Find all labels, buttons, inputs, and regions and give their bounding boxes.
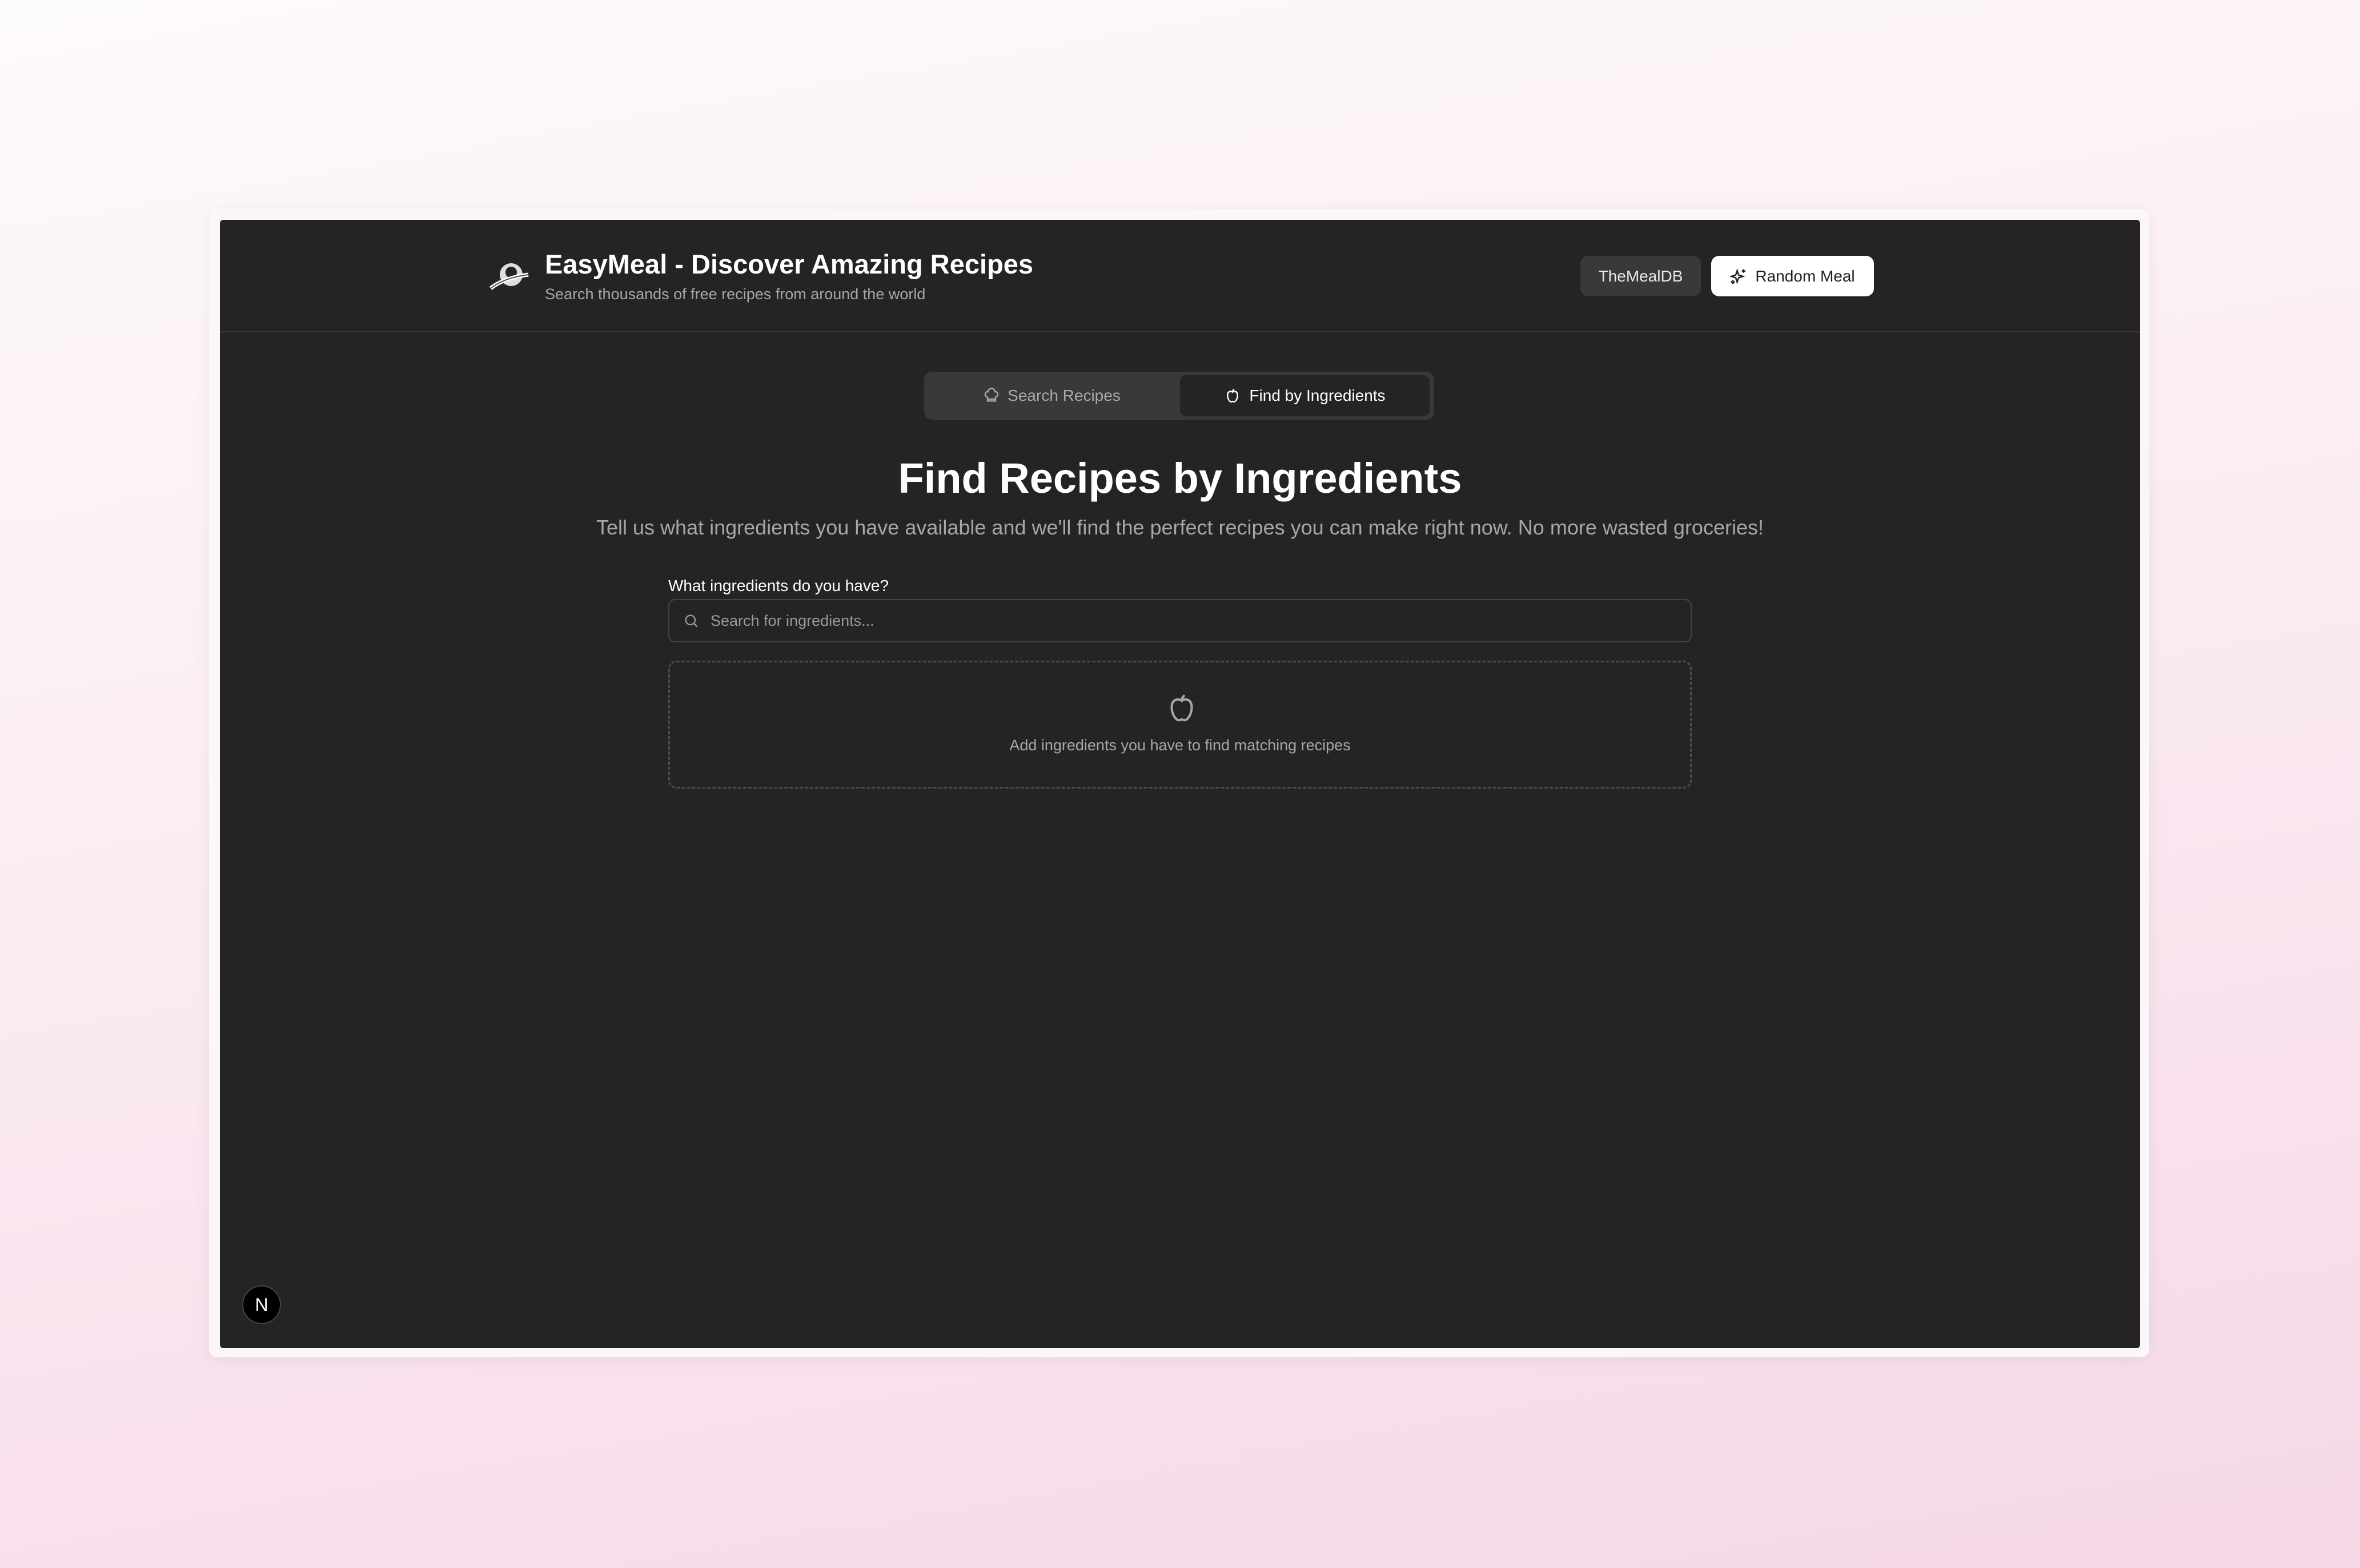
easymeal-logo <box>489 263 529 290</box>
random-meal-button[interactable]: Random Meal <box>1711 256 1874 296</box>
ingredient-search-input[interactable] <box>711 612 1624 630</box>
themealdb-button[interactable]: TheMealDB <box>1580 256 1701 296</box>
dev-badge-label: N <box>255 1294 268 1315</box>
tab-label: Find by Ingredients <box>1249 387 1386 404</box>
chef-hat-icon <box>984 388 999 402</box>
random-meal-label: Random Meal <box>1755 267 1855 285</box>
apple-icon <box>1170 694 1193 722</box>
themealdb-label: TheMealDB <box>1598 267 1683 285</box>
tab-label: Search Recipes <box>1008 387 1121 404</box>
dev-tools-button[interactable]: N <box>242 1285 281 1324</box>
mode-tabs: Search Recipes Find by Ingredients <box>924 372 1434 420</box>
empty-state-text: Add ingredients you have to find matchin… <box>1009 737 1351 754</box>
page-description: Tell us what ingredients you have availa… <box>596 516 1764 539</box>
tab-find-by-ingredients[interactable]: Find by Ingredients <box>1180 375 1430 416</box>
search-icon <box>685 614 698 628</box>
page-heading: Find Recipes by Ingredients <box>898 455 1462 502</box>
ingredient-search-field[interactable] <box>668 599 1692 642</box>
apple-icon <box>1227 388 1239 403</box>
empty-ingredients-box: Add ingredients you have to find matchin… <box>668 661 1692 789</box>
header: EasyMeal - Discover Amazing Recipes Sear… <box>220 220 2140 332</box>
ingredients-label: What ingredients do you have? <box>668 577 889 594</box>
app-title: EasyMeal - Discover Amazing Recipes <box>545 249 1034 279</box>
app-panel: EasyMeal - Discover Amazing Recipes Sear… <box>220 220 2140 1348</box>
tab-search-recipes[interactable]: Search Recipes <box>928 375 1177 416</box>
app-subtitle: Search thousands of free recipes from ar… <box>545 286 926 303</box>
sparkles-icon <box>1730 268 1746 284</box>
